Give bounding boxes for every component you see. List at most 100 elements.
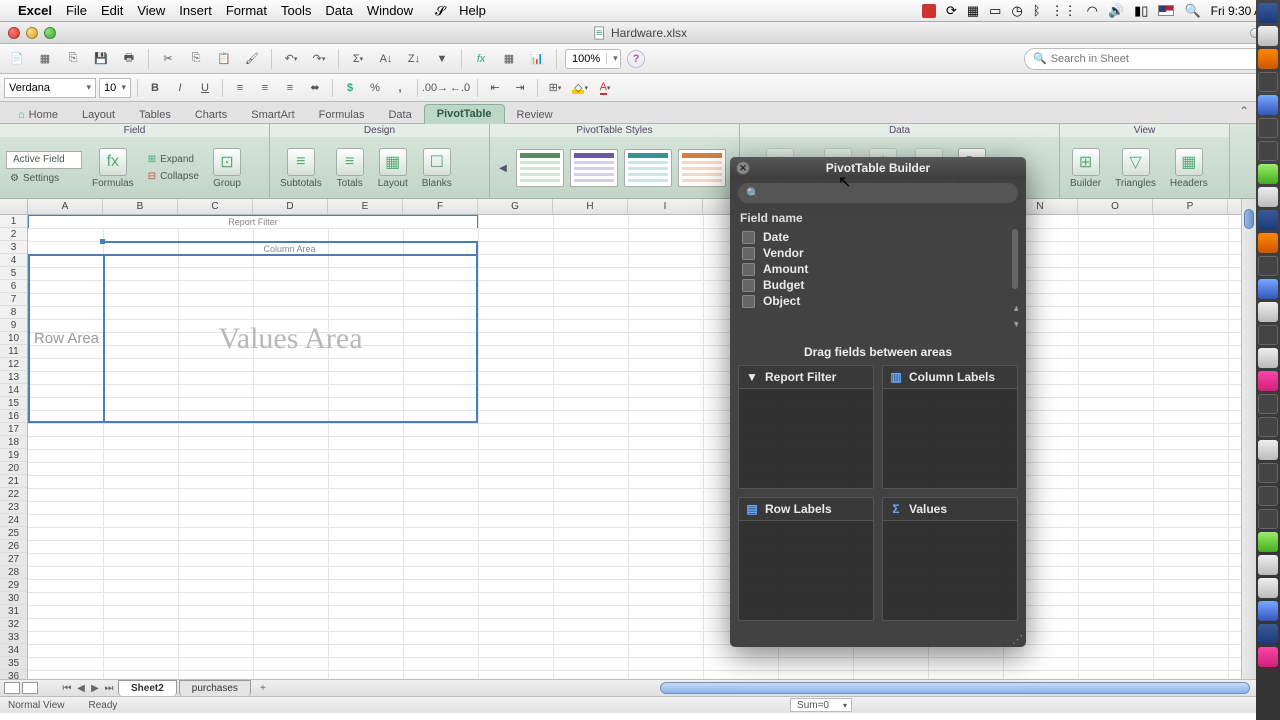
dock-app-9[interactable] — [1258, 233, 1278, 253]
row-31[interactable]: 31 — [0, 605, 27, 618]
sort-desc-button[interactable]: Z↓ — [403, 48, 425, 70]
decrease-indent-button[interactable]: ⇤ — [484, 78, 506, 98]
resize-grip[interactable]: ⋰ — [1012, 633, 1024, 645]
font-name-selector[interactable]: Verdana▾ — [4, 78, 96, 98]
col-O[interactable]: O — [1078, 199, 1153, 214]
redo-button[interactable]: ↷▾ — [308, 48, 330, 70]
cell-grid[interactable]: Report Filter Column Area Row Area Value… — [28, 215, 1280, 679]
normal-view-button[interactable] — [4, 682, 20, 694]
row-4[interactable]: 4 — [0, 254, 27, 267]
cut-button[interactable]: ✂ — [157, 48, 179, 70]
field-settings-button[interactable]: ⚙Settings — [6, 171, 82, 186]
last-sheet-button[interactable]: ⏭ — [102, 681, 116, 695]
sheet-tab-purchases[interactable]: purchases — [179, 680, 251, 696]
row-5[interactable]: 5 — [0, 267, 27, 280]
menu-tools[interactable]: Tools — [281, 3, 311, 18]
row-23[interactable]: 23 — [0, 501, 27, 514]
row-10[interactable]: 10 — [0, 332, 27, 345]
fill-color-button[interactable]: ◇▾ — [569, 78, 591, 98]
menu-data[interactable]: Data — [325, 3, 352, 18]
vertical-scrollbar[interactable] — [1241, 199, 1256, 679]
filter-button[interactable]: ▼ — [431, 48, 453, 70]
display-icon[interactable]: ▭ — [989, 3, 1001, 19]
dock-app-11[interactable] — [1258, 279, 1278, 299]
checkbox[interactable] — [742, 295, 755, 308]
dock-app-19[interactable] — [1258, 463, 1278, 483]
row-25[interactable]: 25 — [0, 527, 27, 540]
borders-button[interactable]: ⊞▾ — [544, 78, 566, 98]
tab-tables[interactable]: Tables — [127, 106, 183, 124]
pivot-style-4[interactable] — [678, 149, 726, 187]
dock-app-4[interactable] — [1258, 118, 1278, 138]
select-all-corner[interactable] — [0, 199, 28, 214]
pivot-style-3[interactable] — [624, 149, 672, 187]
prev-sheet-button[interactable]: ◀ — [74, 681, 88, 695]
spotlight-icon[interactable]: 🔍 — [1184, 3, 1200, 19]
dock-app-26[interactable] — [1258, 624, 1278, 644]
col-B[interactable]: B — [103, 199, 178, 214]
menu-view[interactable]: View — [137, 3, 165, 18]
col-D[interactable]: D — [253, 199, 328, 214]
search-input[interactable] — [1051, 53, 1265, 65]
builder-button[interactable]: ⊞Builder — [1066, 146, 1105, 191]
row-18[interactable]: 18 — [0, 436, 27, 449]
row-12[interactable]: 12 — [0, 358, 27, 371]
zoom-button[interactable] — [44, 27, 56, 39]
percent-button[interactable]: % — [364, 78, 386, 98]
show-formulas-button[interactable]: ▦ — [498, 48, 520, 70]
dock-app-20[interactable] — [1258, 486, 1278, 506]
dock-app-15[interactable] — [1258, 371, 1278, 391]
page-layout-view-button[interactable] — [22, 682, 38, 694]
horizontal-scrollbar[interactable] — [660, 682, 1250, 694]
tab-home[interactable]: Home — [6, 106, 70, 124]
timemachine-icon[interactable]: ◷ — [1011, 3, 1022, 19]
align-left-button[interactable]: ≡ — [229, 78, 251, 98]
tab-layout[interactable]: Layout — [70, 106, 127, 124]
menu-edit[interactable]: Edit — [101, 3, 123, 18]
checkbox[interactable] — [742, 231, 755, 244]
menu-file[interactable]: File — [66, 3, 87, 18]
search-box[interactable]: 🔍 — [1024, 48, 1274, 70]
currency-button[interactable]: $ — [339, 78, 361, 98]
dock-app-18[interactable] — [1258, 440, 1278, 460]
field-list-scrollbar[interactable]: ▲ ▼ — [1012, 229, 1018, 329]
grid-icon[interactable]: ▦ — [967, 3, 979, 19]
dock-app-16[interactable] — [1258, 394, 1278, 414]
autosum-button[interactable]: Σ▾ — [347, 48, 369, 70]
sort-asc-button[interactable]: A↓ — [375, 48, 397, 70]
tab-pivottable[interactable]: PivotTable — [424, 104, 505, 124]
active-field-box[interactable]: Active Field — [6, 151, 82, 169]
group-button[interactable]: ⊡Group — [209, 146, 245, 191]
bold-button[interactable]: B — [144, 78, 166, 98]
report-filter-box[interactable]: ▼Report Filter — [738, 365, 874, 489]
sync-icon[interactable]: ⟳ — [946, 3, 957, 19]
row-28[interactable]: 28 — [0, 566, 27, 579]
ribbon-collapse-button[interactable]: ⌃ — [1239, 104, 1249, 118]
minimize-button[interactable] — [26, 27, 38, 39]
layout-button[interactable]: ▦Layout — [374, 146, 412, 191]
dock-app-23[interactable] — [1258, 555, 1278, 575]
paste-button[interactable]: 📋 — [213, 48, 235, 70]
col-E[interactable]: E — [328, 199, 403, 214]
dock-app-6[interactable] — [1258, 164, 1278, 184]
blanks-button[interactable]: ☐Blanks — [418, 146, 456, 191]
field-search-box[interactable]: 🔍 — [738, 183, 1018, 203]
menu-window[interactable]: Window — [367, 3, 413, 18]
row-16[interactable]: 16 — [0, 410, 27, 423]
pivottable-builder-dialog[interactable]: ✕ PivotTable Builder 🔍 Field name Date V… — [730, 157, 1026, 647]
selection-handle[interactable] — [100, 239, 105, 244]
field-list[interactable]: Date Vendor Amount Budget Object ▲ ▼ — [738, 229, 1018, 329]
row-20[interactable]: 20 — [0, 462, 27, 475]
align-center-button[interactable]: ≡ — [254, 78, 276, 98]
row-35[interactable]: 35 — [0, 657, 27, 670]
row-6[interactable]: 6 — [0, 280, 27, 293]
menu-help[interactable]: Help — [459, 3, 486, 18]
row-24[interactable]: 24 — [0, 514, 27, 527]
dock-app-22[interactable] — [1258, 532, 1278, 552]
add-sheet-button[interactable]: + — [255, 681, 271, 695]
help-button[interactable]: ? — [627, 50, 645, 68]
pivot-row-area[interactable]: Row Area — [28, 254, 103, 423]
headers-button[interactable]: ▦Headers — [1166, 146, 1212, 191]
row-22[interactable]: 22 — [0, 488, 27, 501]
col-C[interactable]: C — [178, 199, 253, 214]
